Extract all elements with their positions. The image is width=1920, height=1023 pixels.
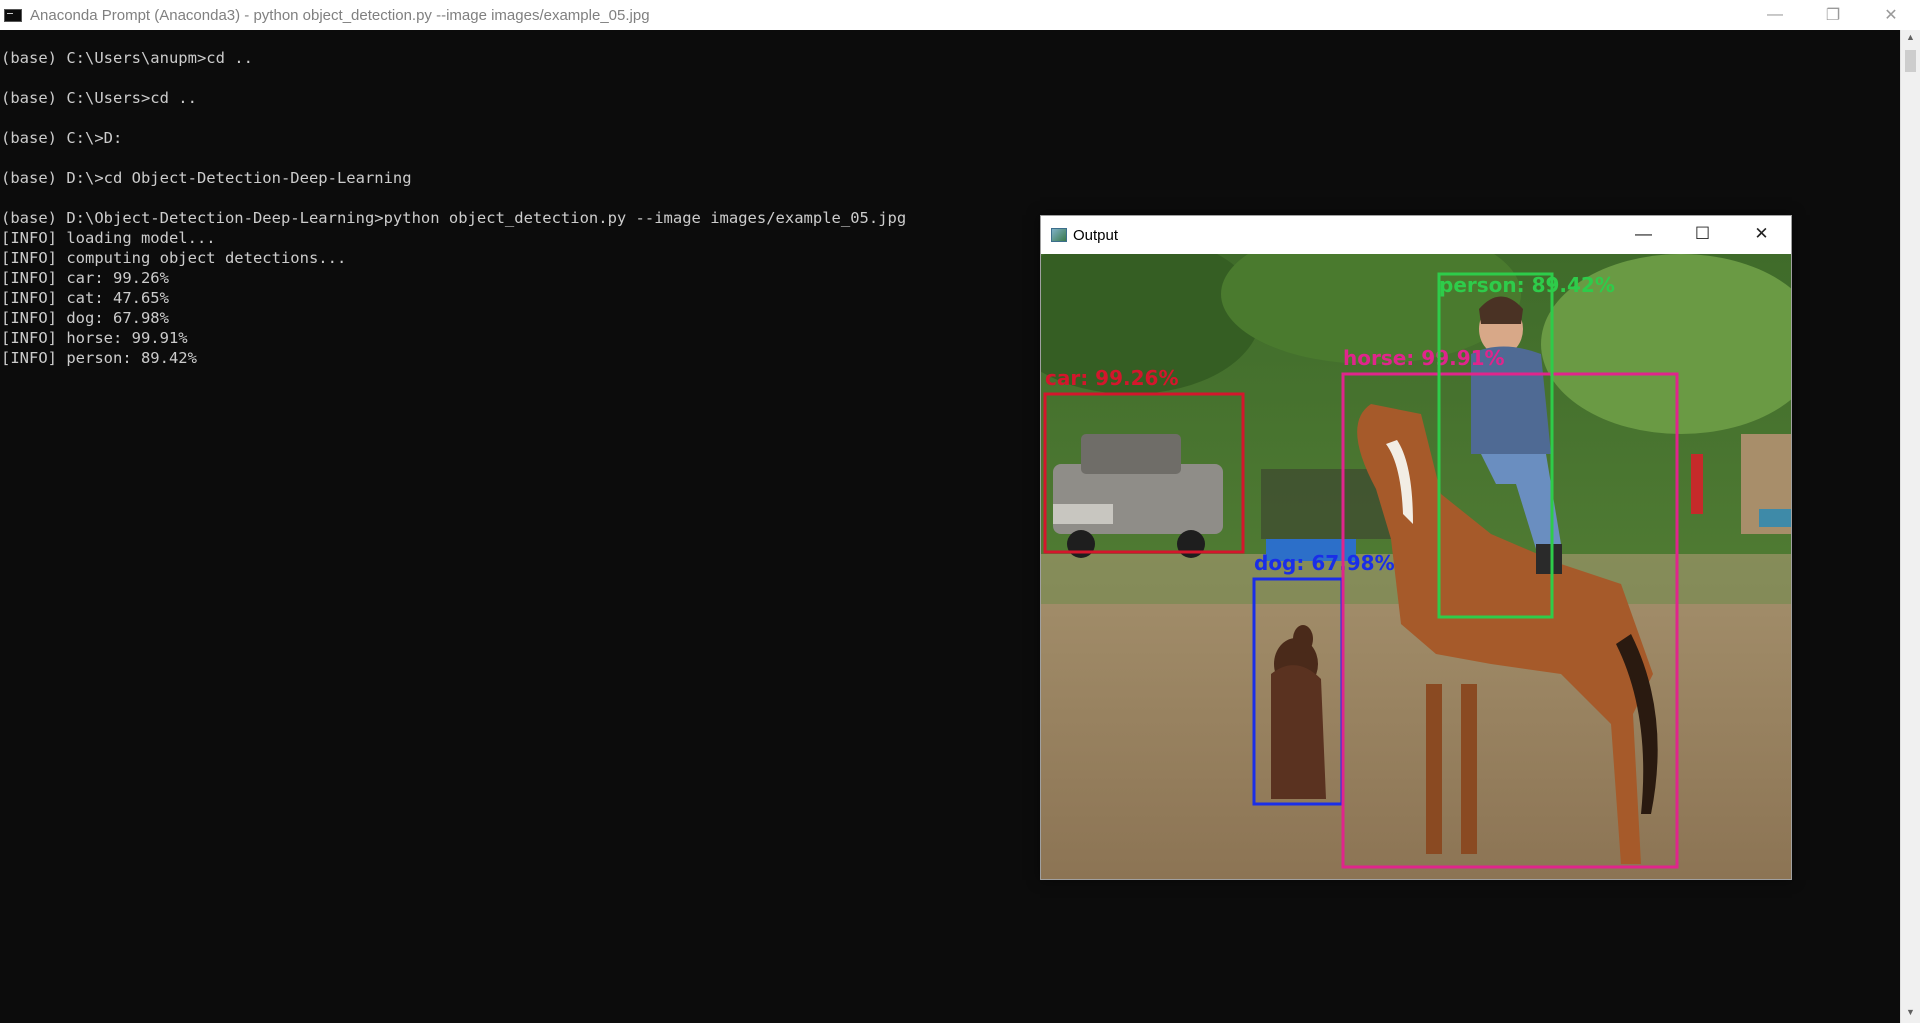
console-line: (base) C:\>D: bbox=[1, 129, 123, 147]
window-title: Anaconda Prompt (Anaconda3) - python obj… bbox=[30, 6, 650, 24]
scroll-down-arrow-icon[interactable]: ▼ bbox=[1901, 1007, 1920, 1021]
console-line: (base) C:\Users>cd .. bbox=[1, 89, 197, 107]
output-window-controls: — ☐ ✕ bbox=[1614, 216, 1791, 252]
output-titlebar[interactable]: Output — ☐ ✕ bbox=[1041, 216, 1791, 254]
console-line: (base) C:\Users\anupm>cd .. bbox=[1, 49, 253, 67]
horse-label: horse: 99.91% bbox=[1343, 346, 1505, 370]
console-line: (base) D:\>cd Object-Detection-Deep-Lear… bbox=[1, 169, 412, 187]
terminal-icon bbox=[4, 8, 22, 22]
bench bbox=[1759, 509, 1791, 527]
spectator bbox=[1691, 454, 1703, 514]
window-controls: — ❐ ✕ bbox=[1746, 0, 1920, 30]
output-close-button[interactable]: ✕ bbox=[1732, 216, 1791, 252]
minimize-button[interactable]: — bbox=[1746, 0, 1804, 30]
output-minimize-button[interactable]: — bbox=[1614, 216, 1673, 252]
close-button[interactable]: ✕ bbox=[1862, 0, 1920, 30]
vertical-scrollbar[interactable]: ▲ ▼ bbox=[1900, 30, 1920, 1023]
output-window[interactable]: Output — ☐ ✕ car: 99.26% dog: 67.98% hor… bbox=[1040, 215, 1792, 880]
restore-button[interactable]: ❐ bbox=[1804, 0, 1862, 30]
output-maximize-button[interactable]: ☐ bbox=[1673, 216, 1732, 252]
image-window-icon bbox=[1051, 228, 1067, 242]
window-titlebar: Anaconda Prompt (Anaconda3) - python obj… bbox=[0, 0, 1920, 30]
detection-scene: car: 99.26% dog: 67.98% horse: 99.91% pe… bbox=[1041, 254, 1791, 879]
scroll-up-arrow-icon[interactable]: ▲ bbox=[1901, 32, 1920, 46]
person-label: person: 89.42% bbox=[1439, 273, 1615, 297]
output-title: Output bbox=[1073, 226, 1119, 244]
dog-label: dog: 67.98% bbox=[1254, 551, 1395, 575]
scrollbar-thumb[interactable] bbox=[1905, 50, 1916, 72]
car-label: car: 99.26% bbox=[1045, 366, 1178, 390]
detection-image: car: 99.26% dog: 67.98% horse: 99.91% pe… bbox=[1041, 254, 1791, 879]
